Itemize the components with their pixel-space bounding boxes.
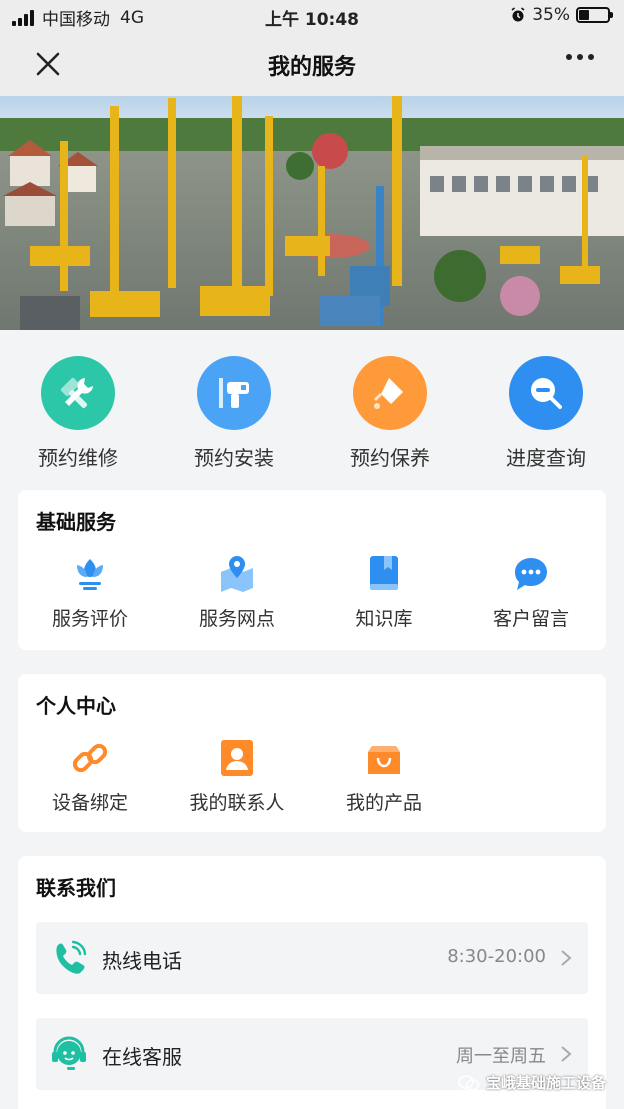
quick-action-progress[interactable]: 进度查询 [486,356,606,471]
service-customer-message[interactable]: 客户留言 [471,552,591,631]
chevron-right-icon [561,1046,572,1062]
contact-label: 在线客服 [102,1045,182,1069]
service-outlets[interactable]: 服务网点 [177,552,297,631]
search-progress-icon [509,356,583,430]
quick-action-label: 进度查询 [506,446,586,470]
link-icon [30,736,150,780]
section-title: 基础服务 [36,510,116,534]
my-contacts[interactable]: 我的联系人 [177,736,297,815]
basic-services-card: 基础服务 服务评价 服务网点 知识库 客户留言 [18,490,606,650]
device-binding[interactable]: 设备绑定 [30,736,150,815]
nav-bar: 我的服务 [0,32,624,96]
status-right: 35% [510,5,613,25]
service-label: 服务网点 [198,608,275,630]
phone-icon [56,940,87,974]
quick-actions: 预约维修 预约安装 预约保养 进度查询 [0,330,624,488]
watermark: 宝峨基础施工设备 [458,1072,606,1093]
personal-label: 我的联系人 [189,792,285,814]
quick-action-label: 预约保养 [350,446,430,470]
contact-card-icon [177,736,297,780]
chat-bubble-icon [471,552,591,596]
book-icon [324,552,444,596]
contact-value: 周一至周五 [456,1046,546,1067]
service-rating[interactable]: 服务评价 [30,552,150,631]
hotline-row[interactable]: 热线电话 8:30-20:00 [36,922,588,994]
service-label: 客户留言 [492,608,569,630]
watermark-text: 宝峨基础施工设备 [485,1074,606,1092]
banner-photo [0,96,624,330]
wechat-icon [458,1074,480,1091]
personal-label: 我的产品 [345,792,422,814]
headset-icon [52,1036,86,1070]
service-label: 服务评价 [51,608,128,630]
banner-image[interactable] [0,96,624,330]
quick-action-maintenance[interactable]: 预约保养 [330,356,450,471]
status-bar: 中国移动 4G 上午 10:48 35% [0,0,624,32]
battery-icon [576,7,613,23]
quick-action-install[interactable]: 预约安装 [174,356,294,471]
alarm-icon [511,7,525,22]
contact-label: 热线电话 [102,949,182,973]
drill-icon [197,356,271,430]
page-title: 我的服务 [267,55,356,80]
quick-action-label: 预约安装 [194,446,274,470]
section-title: 联系我们 [36,876,116,900]
section-title: 个人中心 [36,694,116,718]
shopping-bag-icon [324,736,444,780]
quick-action-label: 预约维修 [38,446,118,470]
tulip-icon [30,552,150,596]
personal-center-card: 个人中心 设备绑定 我的联系人 我的产品 [18,674,606,832]
repair-tools-icon [41,356,115,430]
oil-can-icon [353,356,427,430]
chevron-right-icon [561,950,572,966]
service-label: 知识库 [355,608,413,630]
service-knowledge-base[interactable]: 知识库 [324,552,444,631]
map-pin-icon [177,552,297,596]
battery-percent: 35% [532,5,570,25]
more-icon[interactable] [566,54,594,60]
personal-label: 设备绑定 [51,792,128,814]
quick-action-repair[interactable]: 预约维修 [18,356,138,471]
my-products[interactable]: 我的产品 [324,736,444,815]
contact-value: 8:30-20:00 [447,946,546,967]
